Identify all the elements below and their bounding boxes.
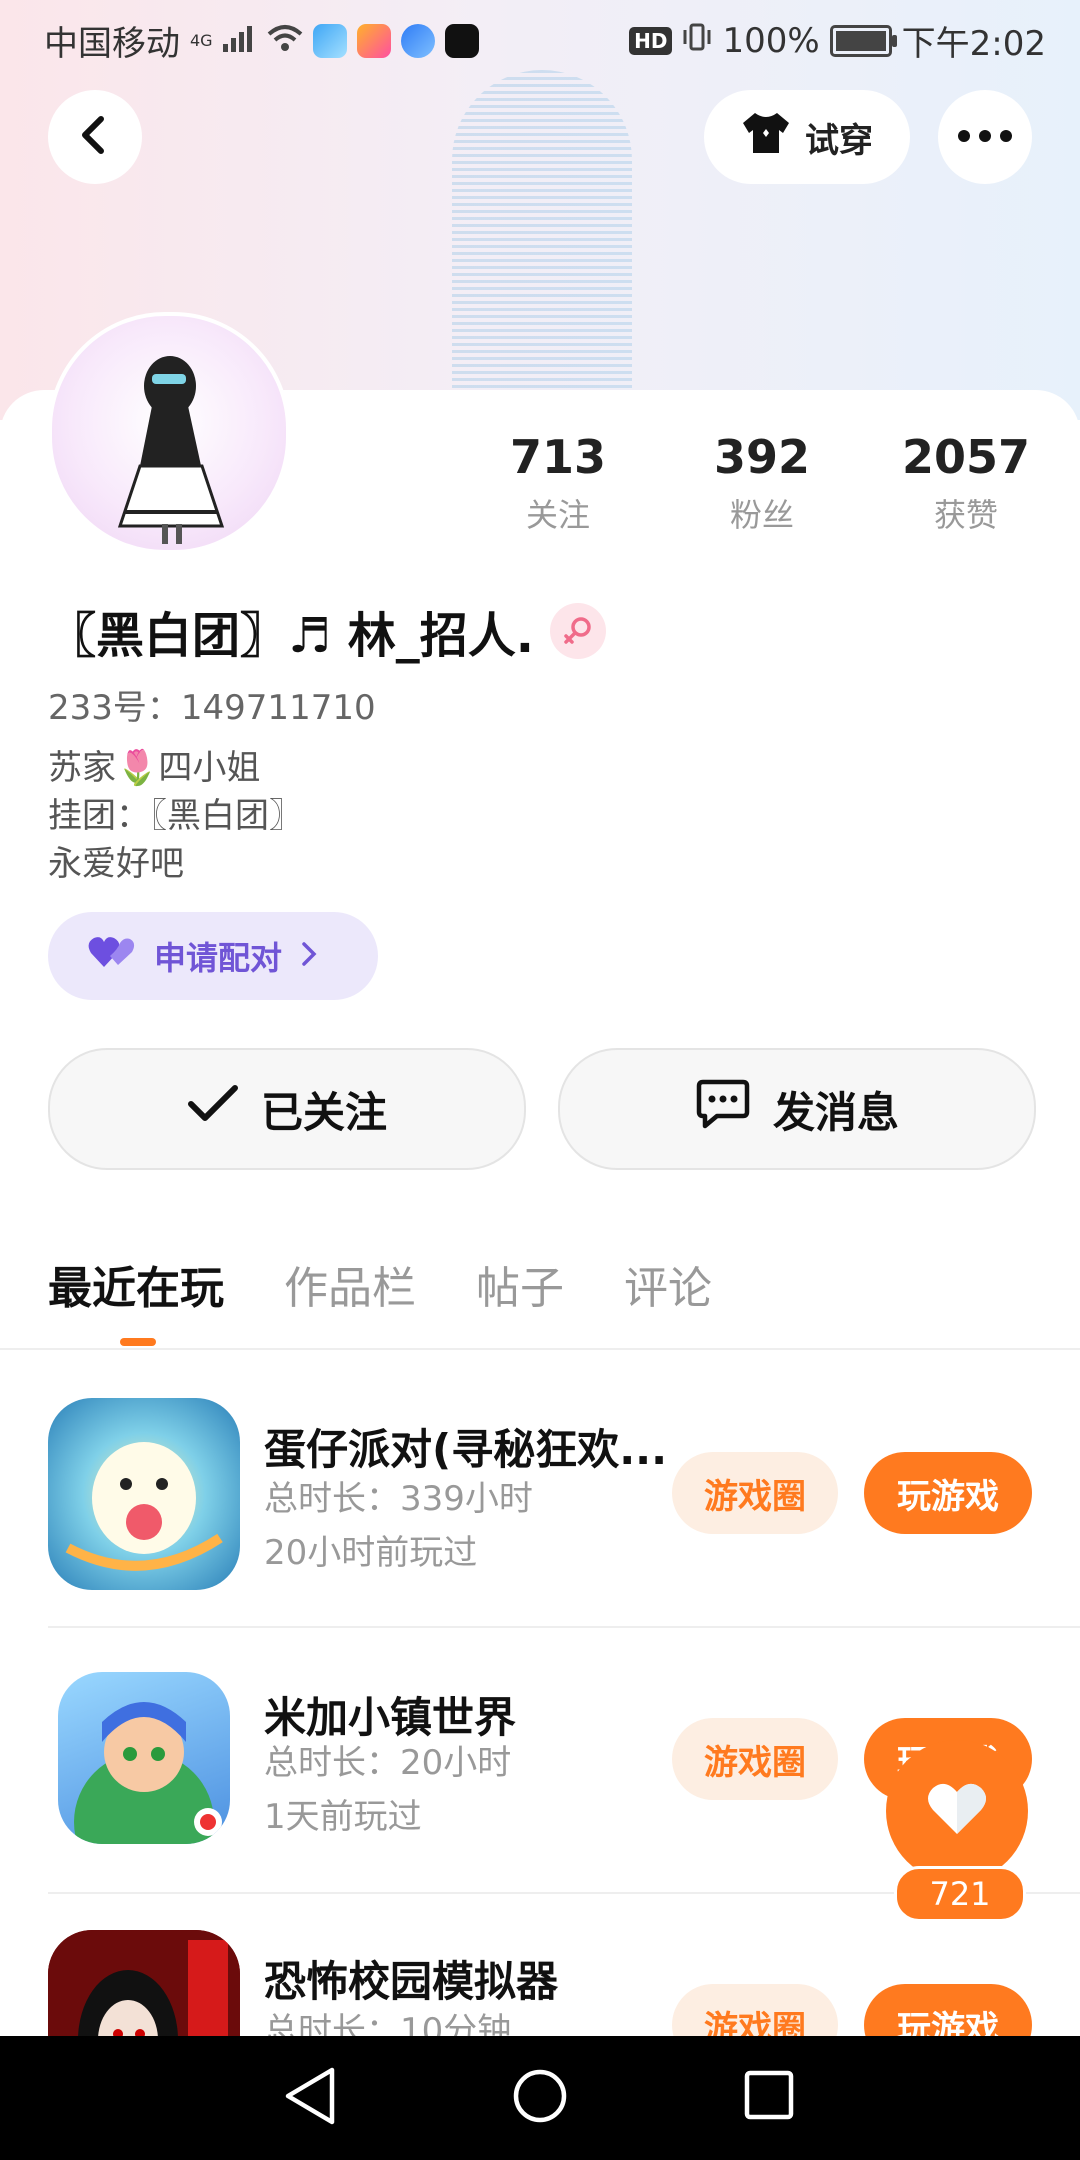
tab-posts[interactable]: 帖子	[476, 1252, 564, 1316]
vibrate-icon	[682, 21, 712, 61]
stat-label: 关注	[525, 496, 590, 534]
avatar-3d-figure	[452, 70, 632, 410]
back-button[interactable]	[48, 90, 142, 184]
game-meta: 总时长：10分钟	[264, 2004, 511, 2036]
tryon-button[interactable]: 试穿	[704, 90, 910, 184]
app-notification-icon	[356, 23, 391, 58]
nav-recents-icon[interactable]	[744, 2070, 794, 2124]
pair-label: 申请配对	[154, 939, 283, 977]
tab-recently-played[interactable]: 最近在玩	[48, 1252, 224, 1316]
game-circle-button[interactable]: 游戏圈	[672, 1718, 838, 1800]
clock-time: 下午2:02	[901, 24, 1046, 64]
stat-value: 713	[509, 430, 607, 484]
game-title: 蛋仔派对(寻秘狂欢...	[264, 1425, 668, 1474]
tabs-divider	[0, 1348, 1080, 1350]
tshirt-icon	[741, 111, 791, 164]
game-last-played: 1天前玩过	[264, 1797, 422, 1837]
status-bar: 中国移动 4G HD 100% 下午2:02	[0, 0, 1080, 72]
hd-badge: HD	[629, 26, 673, 55]
stat-followers[interactable]: 392 粉丝	[702, 430, 822, 536]
app-notification-icon	[400, 23, 435, 58]
profile-name: 〖黑白团〗♬ 林_招人.	[48, 608, 534, 664]
stat-likes[interactable]: 2057 获赞	[896, 430, 1036, 536]
more-horizontal-icon	[957, 128, 1013, 147]
bio-line: 永爱好吧	[48, 844, 184, 884]
game-icon	[48, 1930, 240, 2036]
tiktok-icon	[444, 23, 479, 58]
hearts-icon	[88, 935, 136, 977]
profile-tabs: 最近在玩 作品栏 帖子 评论	[48, 1252, 712, 1316]
app-notification-icon	[312, 23, 347, 58]
network-label: 4G	[190, 31, 213, 50]
active-tab-indicator	[120, 1338, 156, 1346]
game-icon	[48, 1398, 240, 1590]
game-duration: 总时长：339小时	[264, 1479, 533, 1519]
system-nav-bar	[0, 2036, 1080, 2160]
avatar[interactable]	[48, 312, 290, 554]
play-game-button[interactable]: 玩游戏	[864, 1452, 1032, 1534]
game-meta: 总时长：339小时 20小时前玩过	[264, 1472, 533, 1580]
bio-line: 苏家🌷四小姐	[48, 748, 261, 788]
chevron-left-icon	[77, 115, 113, 159]
stat-label: 粉丝	[729, 496, 794, 534]
checkmark-icon	[187, 1084, 239, 1134]
stat-value: 392	[713, 430, 811, 484]
list-item[interactable]: 恐怖校园模拟器 总时长：10分钟 游戏圈 玩游戏	[0, 1930, 1080, 2036]
game-duration: 总时长：10分钟	[264, 2011, 512, 2036]
like-count: 721	[894, 1866, 1026, 1922]
game-title: 恐怖校园模拟器	[264, 1957, 559, 2006]
game-circle-button[interactable]: 游戏圈	[672, 1452, 838, 1534]
chat-bubble-icon	[695, 1078, 751, 1140]
profile-name-row: 〖黑白团〗♬ 林_招人.	[48, 596, 606, 666]
message-button[interactable]: 发消息	[558, 1048, 1036, 1170]
chevron-right-icon	[300, 937, 318, 975]
signal-icon	[222, 21, 257, 61]
apply-pair-button[interactable]: 申请配对	[48, 912, 378, 1000]
tryon-label: 试穿	[805, 120, 873, 161]
list-item[interactable]: 蛋仔派对(寻秘狂欢... 总时长：339小时 20小时前玩过 游戏圈 玩游戏	[0, 1398, 1080, 1638]
bio: 苏家🌷四小姐 挂团：〖黑白团〗 永爱好吧	[48, 744, 303, 888]
game-last-played: 20小时前玩过	[264, 1533, 478, 1573]
carrier-label: 中国移动	[44, 24, 180, 64]
heart-icon	[925, 1780, 989, 1842]
game-meta: 总时长：20小时 1天前玩过	[264, 1736, 511, 1844]
more-button[interactable]	[938, 90, 1032, 184]
game-circle-button[interactable]: 游戏圈	[672, 1984, 838, 2036]
message-label: 发消息	[772, 1087, 899, 1137]
list-divider	[48, 1626, 1080, 1628]
game-duration: 总时长：20小时	[264, 1743, 512, 1783]
like-button[interactable]	[886, 1740, 1028, 1882]
battery-percent: 100%	[722, 20, 820, 61]
play-game-button[interactable]: 玩游戏	[864, 1984, 1032, 2036]
battery-icon	[829, 24, 897, 57]
stat-following[interactable]: 713 关注	[498, 430, 618, 536]
nav-home-icon[interactable]	[512, 2068, 568, 2128]
following-button[interactable]: 已关注	[48, 1048, 526, 1170]
stat-value: 2057	[901, 430, 1031, 484]
uid-label: 233号：	[48, 688, 181, 728]
tab-comments[interactable]: 评论	[624, 1252, 712, 1316]
bio-line: 挂团：〖黑白团〗	[48, 796, 303, 836]
uid-value: 149711710	[180, 688, 376, 728]
nav-back-icon[interactable]	[282, 2066, 338, 2130]
stat-label: 获赞	[933, 496, 998, 534]
wifi-icon	[267, 21, 303, 61]
game-icon	[58, 1672, 230, 1844]
user-id: 233号：149711710	[48, 680, 376, 729]
following-label: 已关注	[260, 1087, 387, 1137]
female-icon	[549, 603, 606, 659]
tab-works[interactable]: 作品栏	[284, 1252, 416, 1316]
